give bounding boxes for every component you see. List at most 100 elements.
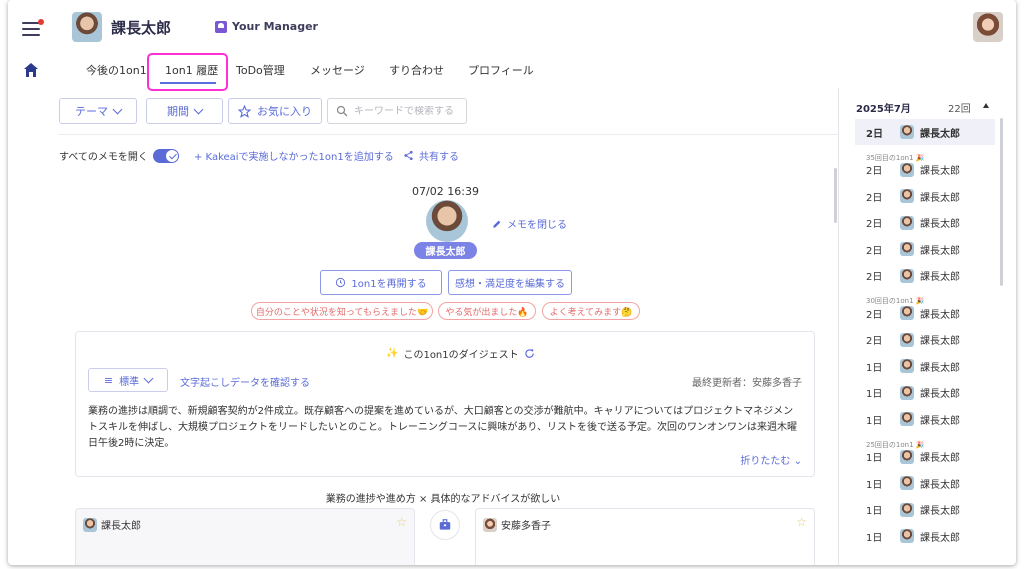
favorite-filter-label: お気に入り [257, 105, 312, 118]
session-datetime: 07/02 16:39 [412, 185, 479, 198]
share-link[interactable]: 共有する [403, 148, 459, 163]
sidebar-history-item[interactable]: 2日 課長太郎 [866, 263, 960, 289]
manager-panel-header: 課長太郎 [83, 517, 141, 532]
history-day: 1日 [866, 532, 883, 544]
theme-filter-button[interactable]: テーマ [59, 98, 137, 124]
avatar [900, 242, 914, 256]
history-day: 2日 [866, 219, 883, 230]
avatar [900, 162, 914, 177]
home-icon[interactable] [23, 62, 39, 78]
tab-todo[interactable]: ToDo管理 [236, 62, 285, 78]
history-name: 課長太郎 [920, 336, 960, 347]
history-day: 2日 [866, 245, 883, 257]
pencil-icon [493, 220, 501, 228]
avatar [483, 517, 497, 532]
history-name: 課長太郎 [920, 362, 960, 374]
digest-mode-label: 標準 [119, 376, 140, 388]
chevron-down-icon [143, 373, 154, 383]
sidebar-history-item[interactable]: 1日 課長太郎 [866, 406, 960, 432]
sidebar-history-item[interactable]: 1日 課長太郎 [866, 444, 960, 470]
avatar [900, 268, 914, 283]
share-icon [404, 150, 413, 161]
sidebar-history-item[interactable]: 1日 課長太郎 [866, 353, 960, 379]
digest-body: 業務の進捗は順調で、新規顧客契約が2件成立。既存顧客への提案を進めているが、大口… [88, 406, 797, 449]
refresh-icon[interactable] [524, 348, 535, 359]
close-memo-link[interactable]: メモを閉じる [492, 216, 567, 231]
tab-messages[interactable]: メッセージ [310, 62, 365, 78]
notification-dot [38, 19, 44, 25]
sidebar-history-item[interactable]: 1日 課長太郎 [866, 470, 960, 496]
member-panel-header: 安藤多香子 [483, 517, 551, 532]
sidebar-history-item[interactable]: 2日 課長太郎 [866, 300, 960, 326]
collapse-arrow-icon[interactable] [983, 103, 989, 108]
user-avatar [72, 12, 102, 42]
collapse-label: 折りたたむ [740, 456, 791, 467]
sidebar-history-item[interactable]: 2日 課長太郎 [866, 183, 960, 209]
sidebar-history-item[interactable]: 2日 課長太郎 [866, 210, 960, 236]
favorite-filter-button[interactable]: お気に入り [228, 98, 322, 124]
period-filter-button[interactable]: 期間 [146, 98, 223, 124]
search-input[interactable] [354, 105, 464, 117]
history-name: 課長太郎 [920, 272, 960, 283]
digest-mode-select[interactable]: ≡ 標準 [88, 368, 168, 392]
reopen-1on1-button[interactable]: 1on1を再開する [320, 270, 442, 295]
digest-title: この1on1のダイジェスト [403, 350, 519, 361]
edit-feedback-button[interactable]: 感想・満足度を編集する [448, 270, 572, 295]
manager-panel-name: 課長太郎 [101, 521, 141, 532]
transcript-link[interactable]: 文字起こしデータを確認する [180, 374, 310, 389]
history-day: 2日 [866, 166, 883, 177]
avatar [900, 412, 914, 426]
sidebar-scrollbar[interactable] [1000, 118, 1003, 286]
history-name: 課長太郎 [920, 479, 960, 491]
reaction-think[interactable]: よく考えてみます🤔 [542, 302, 640, 320]
collapse-link[interactable]: 折りたたむ ⌄ [740, 452, 802, 467]
chevron-down-icon [112, 104, 123, 114]
history-name: 課長太郎 [920, 245, 960, 257]
avatar [900, 332, 914, 347]
close-memo-label: メモを閉じる [507, 220, 567, 231]
tab-upcoming[interactable]: 今後の1on1 [86, 62, 147, 78]
session-topic: 業務の進捗や進め方 × 具体的なアドバイスが欲しい [325, 494, 561, 505]
manager-badge: Your Manager [215, 20, 318, 33]
star-icon [238, 104, 251, 118]
sidebar-history-item[interactable]: 2日 課長太郎 [866, 157, 960, 183]
search-box[interactable] [327, 98, 467, 124]
open-all-memos-toggle[interactable] [152, 148, 179, 163]
theme-filter-label: テーマ [75, 105, 108, 118]
tab-alignment[interactable]: すり合わせ [389, 62, 444, 78]
member-panel: 安藤多香子 ☆ [475, 508, 815, 565]
tab-highlight-box [147, 53, 228, 91]
avatar [900, 385, 914, 400]
check-icon [169, 151, 177, 159]
sidebar-history-item[interactable]: 2日 課長太郎 [866, 327, 960, 353]
star-icon[interactable]: ☆ [396, 515, 407, 529]
history-name: 課長太郎 [920, 309, 960, 321]
star-icon[interactable]: ☆ [796, 515, 807, 529]
history-name: 課長太郎 [920, 532, 960, 544]
tab-profile[interactable]: プロフィール [468, 62, 534, 78]
add-external-1on1-link[interactable]: + Kakeaiで実施しなかった1on1を追加する [194, 148, 394, 163]
sidebar-history-item[interactable]: 2日 課長太郎 [866, 119, 960, 145]
sidebar-history-item[interactable]: 1日 課長太郎 [866, 523, 960, 549]
history-day: 1日 [866, 362, 883, 374]
history-name: 課長太郎 [920, 219, 960, 230]
sidebar-history-item[interactable]: 2日 課長太郎 [866, 236, 960, 262]
main-scrollbar[interactable] [834, 168, 837, 223]
avatar [83, 517, 97, 532]
avatar [900, 359, 914, 373]
avatar [900, 476, 914, 490]
sidebar-history-item[interactable]: 1日 課長太郎 [866, 380, 960, 406]
last-updated: 最終更新者：安藤多香子 [692, 378, 802, 389]
account-avatar[interactable] [973, 12, 1003, 42]
sidebar-divider [838, 88, 839, 565]
history-icon [336, 277, 346, 288]
history-day: 2日 [866, 309, 883, 321]
reaction-understood[interactable]: 自分のことや状況を知ってもらえました🤝 [251, 302, 433, 320]
session-name-pill: 課長太郎 [414, 242, 477, 259]
sparkle-icon: ✨ [386, 348, 399, 359]
menu-icon[interactable] [22, 19, 44, 36]
history-day: 1日 [866, 506, 883, 517]
sidebar-history-item[interactable]: 1日 課長太郎 [866, 497, 960, 523]
reaction-motivated[interactable]: やる気が出ました🔥 [438, 302, 536, 320]
share-label: 共有する [419, 152, 459, 163]
